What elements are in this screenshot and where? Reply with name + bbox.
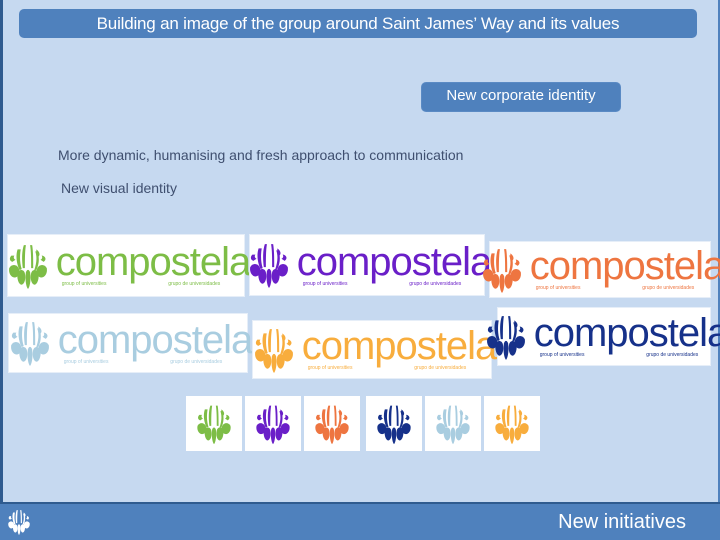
logo-green: compostela group of universities grupo d… bbox=[7, 234, 251, 297]
logo-tagline-en: group of universities bbox=[63, 358, 109, 365]
scallop-shell-icon bbox=[377, 405, 411, 444]
logo-lockup: compostela group of universities grupo d… bbox=[480, 312, 720, 362]
shell-tile-light-blue bbox=[425, 396, 481, 451]
scallop-shell-icon bbox=[486, 315, 525, 360]
slide-title: Building an image of the group around Sa… bbox=[19, 9, 697, 38]
scallop-shell-icon bbox=[249, 244, 288, 288]
scallop-shell-icon bbox=[10, 322, 49, 366]
logo-lockup: compostela group of universities grupo d… bbox=[2, 241, 251, 291]
logo-wordmark: compostela bbox=[301, 324, 498, 368]
logo-tagline-en: group of universities bbox=[539, 352, 585, 358]
shell-tile-gold bbox=[484, 396, 540, 451]
logo-tagline-es: grupo de universidades bbox=[409, 280, 462, 287]
shell-tile-purple bbox=[245, 396, 301, 451]
scallop-shell-icon bbox=[197, 405, 231, 444]
logo-tagline-en: group of universities bbox=[61, 281, 107, 287]
logo-lockup: compostela group of universities grupo d… bbox=[243, 240, 492, 290]
logo-tagline-en: group of universities bbox=[302, 280, 348, 287]
bullet-communication: More dynamic, humanising and fresh appro… bbox=[58, 147, 464, 163]
logo-tagline-es: grupo de universidades bbox=[170, 358, 223, 365]
logo-tagline-es: grupo de universidades bbox=[642, 285, 695, 291]
scallop-shell-icon bbox=[254, 328, 293, 373]
logo-purple: compostela group of universities grupo d… bbox=[249, 234, 492, 296]
logo-tagline-es: grupo de universidades bbox=[646, 352, 699, 358]
logo-tagline-en: group of universities bbox=[535, 285, 581, 291]
logo-wordmark: compostela bbox=[533, 311, 720, 355]
scallop-shell-icon bbox=[495, 405, 529, 444]
scallop-shell-icon bbox=[8, 244, 47, 289]
logo-light-blue: compostela group of universities grupo d… bbox=[8, 313, 253, 373]
logo-wordmark: compostela bbox=[529, 244, 720, 288]
logo-wordmark: compostela bbox=[57, 317, 254, 362]
scallop-shell-icon bbox=[482, 248, 521, 293]
shell-tile-green bbox=[186, 396, 242, 451]
logo-wordmark: compostela bbox=[296, 239, 493, 284]
scallop-shell-icon bbox=[436, 405, 470, 444]
logo-tagline-en: group of universities bbox=[307, 365, 353, 371]
logo-orange: compostela group of universities grupo d… bbox=[482, 241, 720, 298]
footer-title: New initiatives bbox=[558, 511, 686, 533]
logo-wordmark: compostela bbox=[55, 240, 252, 284]
scallop-shell-icon bbox=[8, 510, 30, 535]
shell-tile-orange bbox=[304, 396, 360, 451]
logo-navy: compostela group of universities grupo d… bbox=[486, 307, 720, 366]
shell-tile-navy bbox=[366, 396, 422, 451]
logo-tagline-es: grupo de universidades bbox=[414, 365, 467, 371]
corporate-identity-badge: New corporate identity bbox=[421, 82, 621, 112]
logo-gold: compostela group of universities grupo d… bbox=[252, 320, 497, 379]
logo-tagline-es: grupo de universidades bbox=[168, 281, 221, 287]
logo-lockup: compostela group of universities grupo d… bbox=[248, 325, 497, 375]
logo-lockup: compostela group of universities grupo d… bbox=[4, 318, 253, 368]
scallop-shell-icon bbox=[256, 405, 290, 444]
logo-lockup: compostela group of universities grupo d… bbox=[476, 245, 720, 295]
footer-bar: New initiatives bbox=[0, 502, 720, 540]
bullet-visual-identity: New visual identity bbox=[61, 180, 177, 196]
scallop-shell-icon bbox=[315, 405, 349, 444]
